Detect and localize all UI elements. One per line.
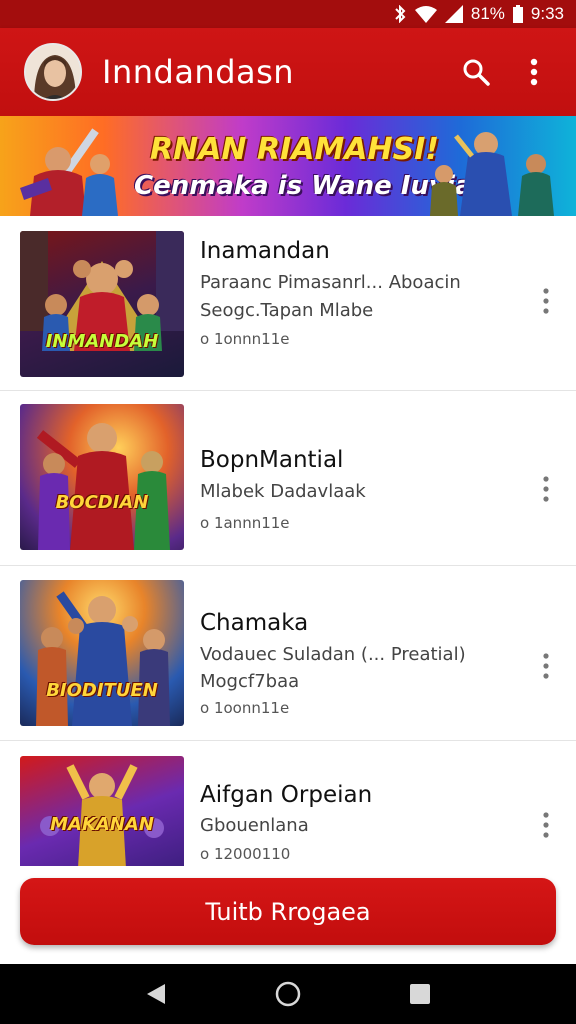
item-subtitle: Mlabek Dadavlaak: [200, 481, 366, 502]
battery-icon: [512, 5, 523, 23]
home-icon[interactable]: [268, 974, 308, 1014]
thumbnail-art: [36, 591, 170, 726]
list-item[interactable]: MAKANAN Aifgan Orpeian Gbouenlana o 1200…: [0, 741, 576, 866]
item-thumbnail: BOCDIAN: [20, 404, 184, 550]
item-title: BopnMantial: [200, 447, 344, 473]
thumbnail-art: [36, 423, 170, 550]
item-meta: o 1annn11e: [200, 514, 290, 532]
status-bar: 81% 9:33: [0, 0, 576, 28]
item-title: Inamandan: [200, 238, 330, 264]
item-meta: o 1onnn11e: [200, 330, 290, 348]
more-vertical-icon[interactable]: [532, 283, 560, 319]
search-icon[interactable]: [454, 50, 498, 94]
list-item[interactable]: BIODITUEN Chamaka Vodauec Suladan (... P…: [0, 566, 576, 741]
thumbnail-title: BOCDIAN: [55, 492, 149, 513]
item-thumbnail: INMANDAH: [20, 231, 184, 377]
system-nav-bar: [0, 964, 576, 1024]
more-vertical-icon[interactable]: [532, 648, 560, 684]
thumbnail-art: [20, 231, 184, 351]
app-title: Inndandasn: [102, 53, 295, 91]
list-item[interactable]: BOCDIAN BopnMantial Mlabek Dadavlaak o 1…: [0, 391, 576, 566]
wifi-icon: [414, 5, 437, 23]
avatar[interactable]: [24, 43, 82, 101]
game-list: INMANDAH Inamandan Paraanc Pimasanrl... …: [0, 216, 576, 866]
thumbnail-title: MAKANAN: [50, 814, 154, 835]
item-subtitle-2: Mogcf7baa: [200, 671, 300, 692]
bluetooth-icon: [393, 5, 407, 23]
app-bar: Inndandasn: [0, 28, 576, 116]
battery-percent: 81%: [470, 4, 505, 23]
more-vertical-icon[interactable]: [532, 807, 560, 843]
more-vertical-icon[interactable]: [512, 50, 556, 94]
item-subtitle: Gbouenlana: [200, 815, 309, 836]
list-item[interactable]: INMANDAH Inamandan Paraanc Pimasanrl... …: [0, 216, 576, 391]
clock: 9:33: [530, 4, 564, 23]
item-thumbnail: BIODITUEN: [20, 580, 184, 726]
promo-banner[interactable]: RNAN RIAMAHSI! Cenmaka is Wane Iuvian!: [0, 116, 576, 216]
banner-art-left: [20, 128, 118, 216]
item-title: Chamaka: [200, 610, 309, 636]
item-thumbnail: MAKANAN: [20, 756, 184, 866]
primary-action-button[interactable]: Tuitb Rrogaea: [20, 878, 556, 945]
item-subtitle: Vodauec Suladan (... Preatial): [200, 644, 466, 665]
thumbnail-title: INMANDAH: [45, 331, 159, 352]
recents-icon[interactable]: [400, 974, 440, 1014]
signal-icon: [444, 5, 463, 23]
more-vertical-icon[interactable]: [532, 471, 560, 507]
banner-headline: RNAN RIAMAHSI!: [150, 132, 440, 167]
cta-area: Tuitb Rrogaea: [0, 866, 576, 964]
item-subtitle-2: Seogc.Tapan Mlabe: [200, 300, 374, 321]
back-icon[interactable]: [136, 974, 176, 1014]
item-meta: o 1oonn11e: [200, 699, 290, 717]
banner-art-right: [430, 132, 554, 216]
thumbnail-art: [40, 764, 164, 866]
item-meta: o 12000110: [200, 845, 291, 863]
item-subtitle: Paraanc Pimasanrl... Aboacin: [200, 272, 461, 293]
thumbnail-title: BIODITUEN: [46, 680, 158, 701]
item-title: Aifgan Orpeian: [200, 782, 373, 808]
